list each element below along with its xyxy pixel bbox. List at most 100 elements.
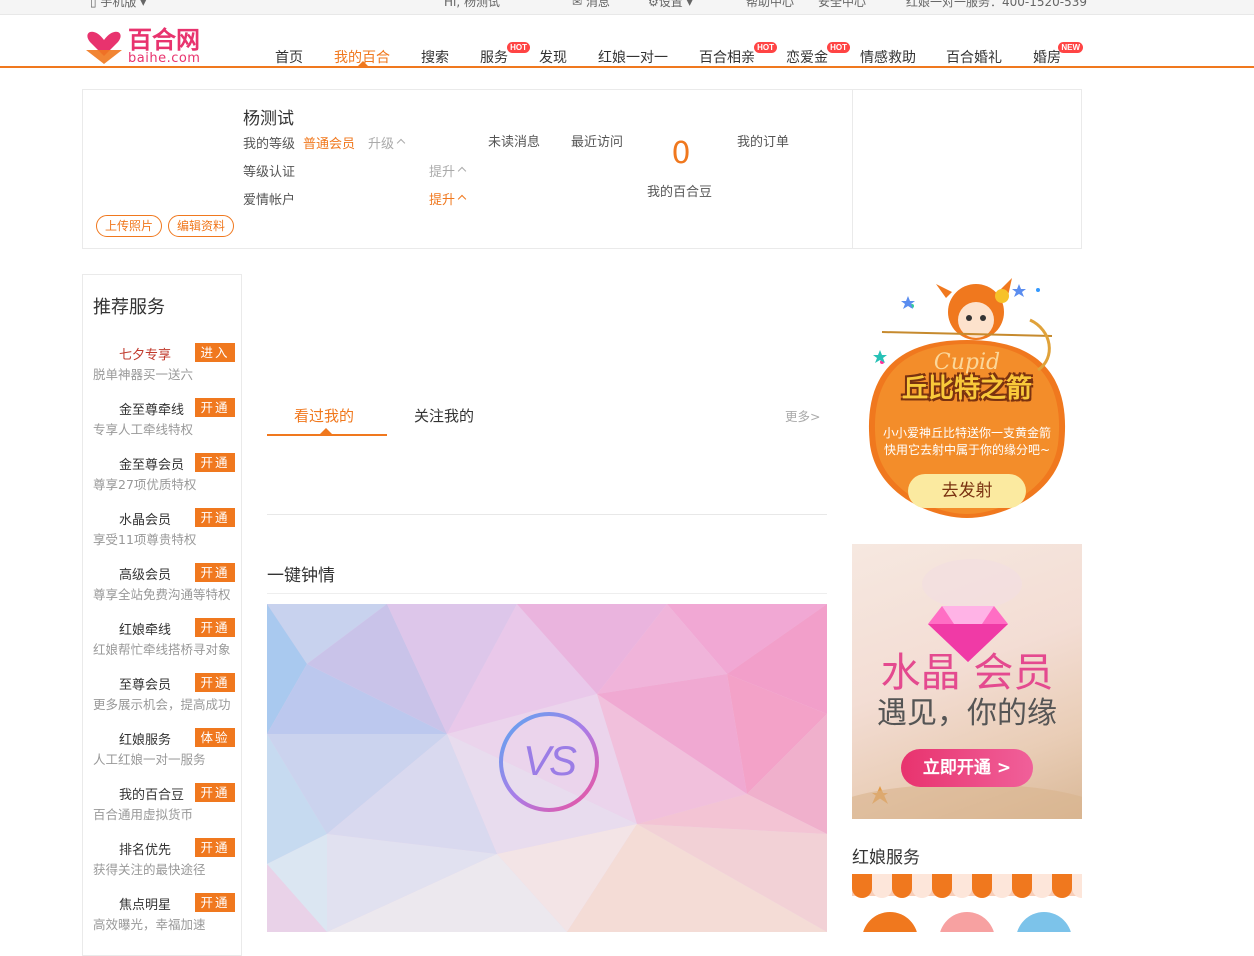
- service-name[interactable]: 排名优先: [119, 839, 171, 858]
- cupid-subtitle: Cupid: [933, 350, 1001, 375]
- more-link[interactable]: 更多>: [785, 406, 820, 425]
- service-description: 更多展示机会，提高成功: [93, 697, 231, 712]
- hongniang-title: 红娘服务: [852, 848, 920, 868]
- nav-item-label: 红娘一对一: [598, 50, 668, 66]
- hongniang-panel[interactable]: [852, 874, 1082, 932]
- edit-profile-button[interactable]: 编辑资料: [168, 215, 235, 237]
- service-action-button[interactable]: 开通: [195, 398, 235, 417]
- upload-photo-button[interactable]: 上传照片: [96, 215, 163, 237]
- nav-item[interactable]: 百合相亲 HOT: [699, 42, 777, 67]
- chevron-up-icon: [457, 166, 467, 176]
- safety-link[interactable]: 安全中心: [818, 0, 866, 10]
- nav-item-label: 首页: [275, 50, 303, 66]
- cupid-line1: 小小爱神丘比特送你一支黄金箭: [882, 426, 1051, 440]
- section-title: 一键钟情: [267, 566, 335, 586]
- service-name[interactable]: 红娘牵线: [119, 619, 171, 638]
- service-name[interactable]: 七夕专享: [119, 344, 171, 363]
- chevron-up-icon: [457, 194, 467, 204]
- nav-item-label: 发现: [539, 50, 567, 66]
- cert-upgrade-label: 提升: [429, 165, 456, 180]
- service-name[interactable]: 我的百合豆: [119, 784, 184, 803]
- nav-item[interactable]: 红娘一对一: [598, 47, 668, 67]
- nav-item-label: 婚房: [1033, 50, 1061, 66]
- service-description: 尊享全站免费沟通等特权: [93, 587, 231, 602]
- service-description: 尊享27项优质特权: [93, 477, 197, 492]
- awning-illustration: [852, 874, 1082, 932]
- nav-item[interactable]: 发现: [539, 47, 567, 67]
- matchmaker-hotline: 红娘一对一服务：400-1520-539: [906, 0, 1088, 9]
- service-action-button[interactable]: 进入: [195, 343, 235, 362]
- vs-banner[interactable]: VS: [267, 604, 827, 932]
- tab-followed-me[interactable]: 关注我的: [414, 405, 474, 426]
- cupid-shoot-button[interactable]: 去发射: [908, 474, 1026, 508]
- nav-item[interactable]: 情感救助: [860, 47, 916, 67]
- cert-upgrade-link[interactable]: 提升: [429, 161, 467, 180]
- nav-item[interactable]: 婚房 NEW: [1033, 42, 1083, 67]
- nav-item[interactable]: 百合婚礼: [946, 47, 1002, 67]
- user-name: 杨测试: [243, 109, 294, 129]
- chevron-up-icon: [396, 138, 406, 148]
- service-action-button[interactable]: 体验: [195, 728, 235, 747]
- logo-domain: baihe.com: [128, 51, 201, 66]
- service-name[interactable]: 焦点明星: [119, 894, 171, 913]
- greeting: Hi, 杨测试: [444, 0, 500, 9]
- love-label: 爱情帐户: [243, 193, 296, 208]
- service-description: 人工红娘一对一服务: [93, 752, 206, 767]
- unread-messages[interactable]: 未读消息: [488, 131, 540, 150]
- logo[interactable]: 百合网 baihe.com: [84, 20, 214, 66]
- service-action-button[interactable]: 开通: [195, 838, 235, 857]
- header-divider: [0, 66, 1254, 68]
- cert-label: 等级认证: [243, 165, 296, 180]
- upgrade-link[interactable]: 升级: [368, 133, 406, 152]
- love-upgrade-link[interactable]: 提升: [429, 189, 467, 208]
- settings-label: 设置: [658, 0, 683, 9]
- heart-logo-icon: [86, 31, 122, 64]
- profile-divider: [852, 90, 853, 248]
- messages-link[interactable]: ✉ 消息: [572, 0, 610, 10]
- tab-pointer: [320, 428, 332, 434]
- service-description: 享受11项尊贵特权: [93, 532, 197, 547]
- service-description: 脱单神器买一送六: [93, 367, 194, 382]
- service-name[interactable]: 高级会员: [119, 564, 171, 583]
- crystal-open-button[interactable]: 立即开通 >: [901, 749, 1033, 787]
- beans-count[interactable]: 0: [671, 136, 691, 171]
- level-value[interactable]: 普通会员: [303, 133, 355, 152]
- nav-item-label: 恋爱金: [786, 50, 828, 66]
- settings-link[interactable]: ⚙设置 ▾: [648, 0, 693, 10]
- section-divider: [267, 514, 827, 515]
- nav-item[interactable]: 服务 HOT: [480, 42, 530, 67]
- section-title-divider: [267, 593, 827, 594]
- help-link[interactable]: 帮助中心: [746, 0, 794, 10]
- vs-label: VS: [522, 737, 577, 784]
- service-action-button[interactable]: 开通: [195, 673, 235, 692]
- service-action-button[interactable]: 开通: [195, 618, 235, 637]
- service-name[interactable]: 金至尊会员: [119, 454, 184, 473]
- top-bar: ▯ 手机版 ▾ Hi, 杨测试 ✉ 消息 ⚙设置 ▾ 帮助中心 安全中心 红娘一…: [0, 0, 1254, 15]
- service-action-button[interactable]: 开通: [195, 783, 235, 802]
- nav-item-label: 服务: [480, 50, 508, 66]
- level-label: 我的等级: [243, 137, 296, 152]
- service-name[interactable]: 红娘服务: [119, 729, 171, 748]
- tab-viewed-me[interactable]: 看过我的: [294, 405, 354, 426]
- crystal-member-banner[interactable]: 水晶 会员 遇见，你的缘 立即开通 >: [852, 544, 1082, 819]
- my-orders[interactable]: 我的订单: [737, 131, 789, 150]
- nav-item[interactable]: 恋爱金 HOT: [786, 42, 850, 67]
- service-action-button[interactable]: 开通: [195, 563, 235, 582]
- service-action-button[interactable]: 开通: [195, 893, 235, 912]
- service-action-button[interactable]: 开通: [195, 453, 235, 472]
- service-name[interactable]: 金至尊牵线: [119, 399, 184, 418]
- love-upgrade-label: 提升: [429, 193, 456, 208]
- service-action-button[interactable]: 开通: [195, 508, 235, 527]
- nav-item-label: 情感救助: [860, 50, 916, 66]
- service-name[interactable]: 至尊会员: [119, 674, 171, 693]
- service-description: 获得关注的最快途径: [93, 862, 206, 877]
- service-description: 红娘帮忙牵线搭桥寻对象: [93, 642, 231, 657]
- sidebar-title: 推荐服务: [93, 297, 165, 318]
- nav-item[interactable]: 搜索: [421, 47, 449, 67]
- cupid-banner[interactable]: 丘比特之箭 Cupid 小小爱神丘比特送你一支黄金箭 快用它去射中属于你的缘分吧…: [852, 270, 1082, 520]
- nav-item[interactable]: 首页: [275, 47, 303, 67]
- nav-badge: HOT: [754, 42, 777, 53]
- recent-visits[interactable]: 最近访问: [571, 131, 623, 150]
- mobile-link[interactable]: ▯ 手机版 ▾: [90, 0, 146, 10]
- service-name[interactable]: 水晶会员: [119, 509, 171, 528]
